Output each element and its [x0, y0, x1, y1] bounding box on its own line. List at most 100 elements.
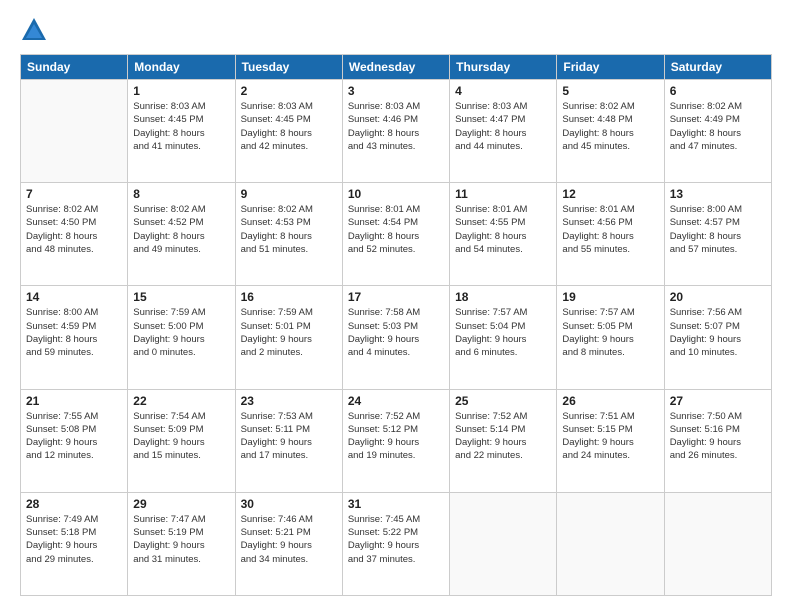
day-header-wednesday: Wednesday — [342, 55, 449, 80]
day-info: Sunrise: 7:49 AMSunset: 5:18 PMDaylight:… — [26, 513, 122, 566]
day-info: Sunrise: 8:02 AMSunset: 4:49 PMDaylight:… — [670, 100, 766, 153]
day-cell: 5 Sunrise: 8:02 AMSunset: 4:48 PMDaylight… — [557, 80, 664, 183]
calendar: SundayMondayTuesdayWednesdayThursdayFrid… — [20, 54, 772, 596]
day-cell: 9 Sunrise: 8:02 AMSunset: 4:53 PMDaylight… — [235, 183, 342, 286]
day-header-sunday: Sunday — [21, 55, 128, 80]
day-info: Sunrise: 8:02 AMSunset: 4:53 PMDaylight:… — [241, 203, 337, 256]
day-number: 30 — [241, 497, 337, 511]
day-number: 27 — [670, 394, 766, 408]
week-row-3: 14Sunrise: 8:00 AMSunset: 4:59 PMDayligh… — [21, 286, 772, 389]
day-info: Sunrise: 7:45 AMSunset: 5:22 PMDaylight:… — [348, 513, 444, 566]
day-number: 23 — [241, 394, 337, 408]
logo-icon — [20, 16, 48, 44]
day-cell: 31Sunrise: 7:45 AMSunset: 5:22 PMDayligh… — [342, 492, 449, 595]
day-cell: 26Sunrise: 7:51 AMSunset: 5:15 PMDayligh… — [557, 389, 664, 492]
day-number: 2 — [241, 84, 337, 98]
day-number: 13 — [670, 187, 766, 201]
day-info: Sunrise: 7:54 AMSunset: 5:09 PMDaylight:… — [133, 410, 229, 463]
day-number: 20 — [670, 290, 766, 304]
day-cell: 16 Sunrise: 7:59 AMSunset: 5:01 PMDayligh… — [235, 286, 342, 389]
day-cell: 12 Sunrise: 8:01 AMSunset: 4:56 PMDayligh… — [557, 183, 664, 286]
day-number: 28 — [26, 497, 122, 511]
day-header-monday: Monday — [128, 55, 235, 80]
day-info: Sunrise: 7:53 AMSunset: 5:11 PMDaylight:… — [241, 410, 337, 463]
day-info: Sunrise: 8:01 AMSunset: 4:54 PMDaylight:… — [348, 203, 444, 256]
day-info: Sunrise: 8:03 AMSunset: 4:46 PMDaylight:… — [348, 100, 444, 153]
day-number: 10 — [348, 187, 444, 201]
day-info: Sunrise: 7:47 AMSunset: 5:19 PMDaylight:… — [133, 513, 229, 566]
day-header-thursday: Thursday — [450, 55, 557, 80]
day-info: Sunrise: 8:00 AMSunset: 4:59 PMDaylight:… — [26, 306, 122, 359]
day-cell: 15Sunrise: 7:59 AMSunset: 5:00 PMDayligh… — [128, 286, 235, 389]
day-cell: 18 Sunrise: 7:57 AMSunset: 5:04 PMDayligh… — [450, 286, 557, 389]
day-cell: 20 Sunrise: 7:56 AMSunset: 5:07 PMDayligh… — [664, 286, 771, 389]
day-number: 25 — [455, 394, 551, 408]
day-info: Sunrise: 8:02 AMSunset: 4:50 PMDaylight:… — [26, 203, 122, 256]
day-number: 9 — [241, 187, 337, 201]
day-cell: 25 Sunrise: 7:52 AMSunset: 5:14 PMDayligh… — [450, 389, 557, 492]
day-info: Sunrise: 8:01 AMSunset: 4:56 PMDaylight:… — [562, 203, 658, 256]
day-info: Sunrise: 7:57 AMSunset: 5:04 PMDaylight:… — [455, 306, 551, 359]
day-info: Sunrise: 7:55 AMSunset: 5:08 PMDaylight:… — [26, 410, 122, 463]
day-number: 19 — [562, 290, 658, 304]
day-number: 26 — [562, 394, 658, 408]
day-number: 1 — [133, 84, 229, 98]
day-cell: 6 Sunrise: 8:02 AMSunset: 4:49 PMDaylight… — [664, 80, 771, 183]
day-cell: 27 Sunrise: 7:50 AMSunset: 5:16 PMDayligh… — [664, 389, 771, 492]
day-cell — [21, 80, 128, 183]
day-info: Sunrise: 7:57 AMSunset: 5:05 PMDaylight:… — [562, 306, 658, 359]
day-number: 15 — [133, 290, 229, 304]
day-info: Sunrise: 7:46 AMSunset: 5:21 PMDaylight:… — [241, 513, 337, 566]
day-cell: 7 Sunrise: 8:02 AMSunset: 4:50 PMDaylight… — [21, 183, 128, 286]
day-number: 7 — [26, 187, 122, 201]
page: SundayMondayTuesdayWednesdayThursdayFrid… — [0, 0, 792, 612]
week-row-4: 21 Sunrise: 7:55 AMSunset: 5:08 PMDayligh… — [21, 389, 772, 492]
day-number: 24 — [348, 394, 444, 408]
day-number: 5 — [562, 84, 658, 98]
header-row: SundayMondayTuesdayWednesdayThursdayFrid… — [21, 55, 772, 80]
day-info: Sunrise: 8:01 AMSunset: 4:55 PMDaylight:… — [455, 203, 551, 256]
week-row-5: 28 Sunrise: 7:49 AMSunset: 5:18 PMDayligh… — [21, 492, 772, 595]
day-info: Sunrise: 7:50 AMSunset: 5:16 PMDaylight:… — [670, 410, 766, 463]
day-info: Sunrise: 8:02 AMSunset: 4:48 PMDaylight:… — [562, 100, 658, 153]
day-number: 18 — [455, 290, 551, 304]
day-cell: 24 Sunrise: 7:52 AMSunset: 5:12 PMDayligh… — [342, 389, 449, 492]
day-number: 16 — [241, 290, 337, 304]
day-cell: 17Sunrise: 7:58 AMSunset: 5:03 PMDayligh… — [342, 286, 449, 389]
day-info: Sunrise: 8:03 AMSunset: 4:45 PMDaylight:… — [241, 100, 337, 153]
day-cell: 13 Sunrise: 8:00 AMSunset: 4:57 PMDayligh… — [664, 183, 771, 286]
day-number: 12 — [562, 187, 658, 201]
day-cell: 30 Sunrise: 7:46 AMSunset: 5:21 PMDayligh… — [235, 492, 342, 595]
day-cell: 10 Sunrise: 8:01 AMSunset: 4:54 PMDayligh… — [342, 183, 449, 286]
week-row-1: 1 Sunrise: 8:03 AMSunset: 4:45 PMDaylight… — [21, 80, 772, 183]
day-cell — [450, 492, 557, 595]
day-number: 29 — [133, 497, 229, 511]
day-info: Sunrise: 8:03 AMSunset: 4:47 PMDaylight:… — [455, 100, 551, 153]
day-cell: 14Sunrise: 8:00 AMSunset: 4:59 PMDayligh… — [21, 286, 128, 389]
day-cell: 11 Sunrise: 8:01 AMSunset: 4:55 PMDayligh… — [450, 183, 557, 286]
day-info: Sunrise: 7:52 AMSunset: 5:14 PMDaylight:… — [455, 410, 551, 463]
day-cell: 29 Sunrise: 7:47 AMSunset: 5:19 PMDayligh… — [128, 492, 235, 595]
day-cell: 2 Sunrise: 8:03 AMSunset: 4:45 PMDaylight… — [235, 80, 342, 183]
day-cell — [664, 492, 771, 595]
week-row-2: 7 Sunrise: 8:02 AMSunset: 4:50 PMDaylight… — [21, 183, 772, 286]
day-header-friday: Friday — [557, 55, 664, 80]
day-number: 17 — [348, 290, 444, 304]
day-number: 11 — [455, 187, 551, 201]
day-number: 21 — [26, 394, 122, 408]
day-number: 3 — [348, 84, 444, 98]
day-cell: 1 Sunrise: 8:03 AMSunset: 4:45 PMDaylight… — [128, 80, 235, 183]
day-number: 8 — [133, 187, 229, 201]
day-info: Sunrise: 7:52 AMSunset: 5:12 PMDaylight:… — [348, 410, 444, 463]
day-info: Sunrise: 7:59 AMSunset: 5:01 PMDaylight:… — [241, 306, 337, 359]
day-cell: 3 Sunrise: 8:03 AMSunset: 4:46 PMDaylight… — [342, 80, 449, 183]
day-header-saturday: Saturday — [664, 55, 771, 80]
day-info: Sunrise: 7:56 AMSunset: 5:07 PMDaylight:… — [670, 306, 766, 359]
day-info: Sunrise: 8:00 AMSunset: 4:57 PMDaylight:… — [670, 203, 766, 256]
logo — [20, 16, 52, 44]
day-cell: 21 Sunrise: 7:55 AMSunset: 5:08 PMDayligh… — [21, 389, 128, 492]
day-number: 6 — [670, 84, 766, 98]
day-info: Sunrise: 8:03 AMSunset: 4:45 PMDaylight:… — [133, 100, 229, 153]
day-cell: 8Sunrise: 8:02 AMSunset: 4:52 PMDaylight… — [128, 183, 235, 286]
day-cell: 28 Sunrise: 7:49 AMSunset: 5:18 PMDayligh… — [21, 492, 128, 595]
